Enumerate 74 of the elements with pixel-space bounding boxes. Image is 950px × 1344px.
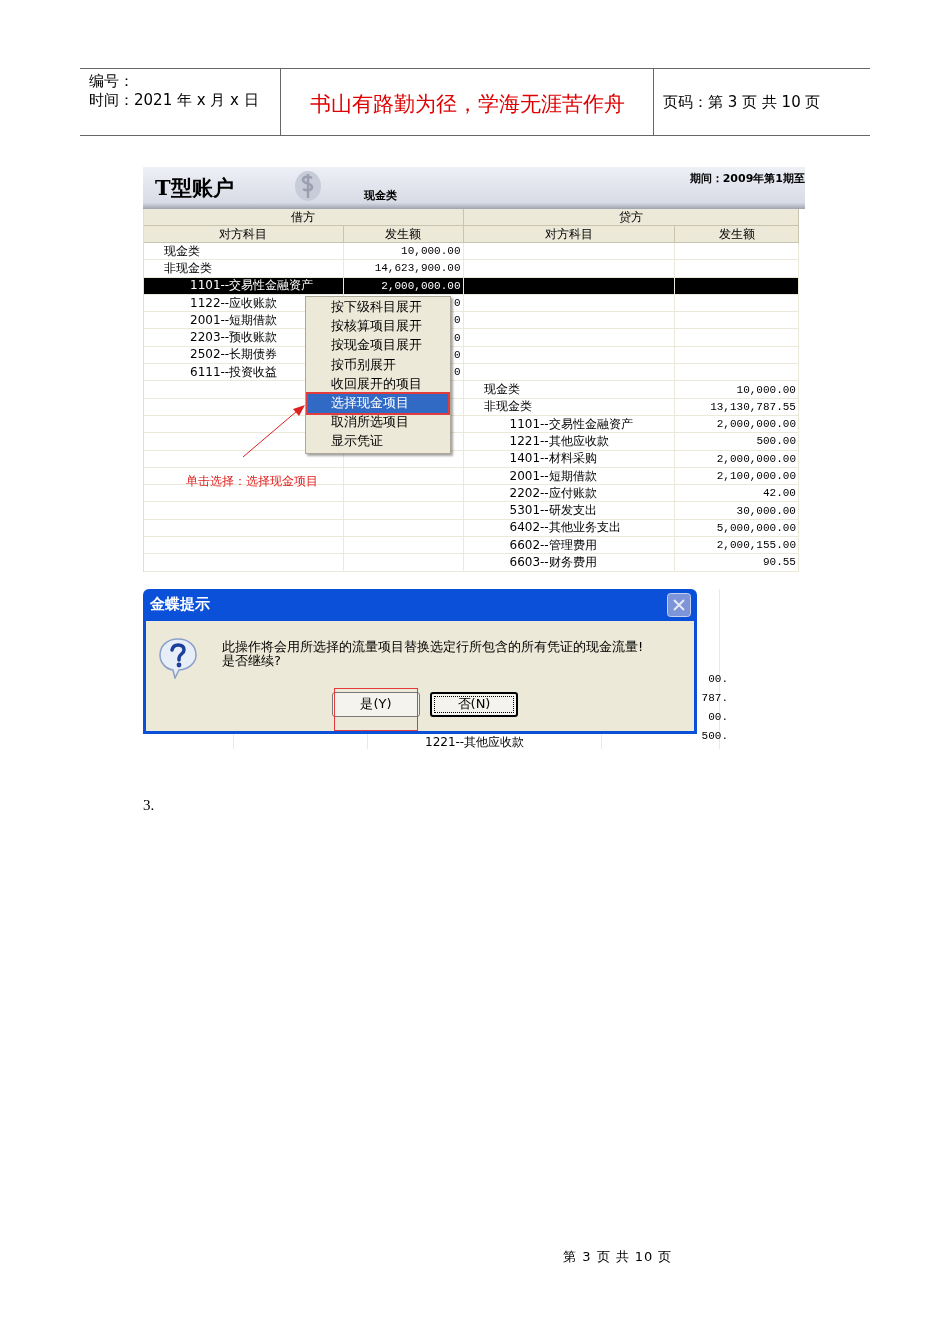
table-cell-text: 30,000.00 xyxy=(736,504,797,517)
close-icon[interactable] xyxy=(667,592,691,617)
document-date: 时间：2021 年 x 月 x 日 xyxy=(89,91,260,110)
table-cell-text: 42.00 xyxy=(762,487,797,500)
table-cell-text: 5301--研发支出 xyxy=(508,502,597,520)
table-cell-text: 2502--长期债券 xyxy=(189,346,278,364)
table-cell-text: 1401--材料采购 xyxy=(508,450,597,468)
table-row[interactable]: 6602--管理费用 2,000,155.00 xyxy=(144,537,799,555)
table-cell-text: 2202--应付账款 xyxy=(508,484,597,502)
page-footer: 第 3 页 共 10 页 xyxy=(563,1248,673,1266)
table-cell: 00. xyxy=(708,672,728,685)
table-cell-text: 1101--交易性金融资产 xyxy=(189,277,314,295)
dialog-button[interactable]: 是(Y) xyxy=(332,691,420,717)
menu-item[interactable]: 显示凭证 xyxy=(308,432,448,452)
table-cell-text: 14,623,900.00 xyxy=(374,262,462,275)
table-cell-text: 6603--财务费用 xyxy=(508,554,597,571)
table-cell: 500. xyxy=(701,729,728,742)
table-cell-text: 2001--短期借款 xyxy=(189,311,278,329)
coin-icon xyxy=(293,169,323,203)
menu-item[interactable]: 取消所选项目 xyxy=(308,413,448,433)
table-cell-text: 非现金类 xyxy=(163,259,212,277)
column-header[interactable]: 发生额 xyxy=(675,226,799,243)
report-title: T型账户 xyxy=(155,174,234,202)
table-cell-text: 0 xyxy=(453,366,462,379)
table-cell-text: 2,000,000.00 xyxy=(716,452,797,465)
column-group-header: 借方 xyxy=(144,209,464,226)
question-icon xyxy=(158,636,198,679)
table-cell-text: 现金类 xyxy=(482,381,520,399)
table-cell-text: 2001--短期借款 xyxy=(508,467,597,485)
table-cell-text: 非现金类 xyxy=(482,398,532,416)
table-cell-text: 13,130,787.55 xyxy=(710,400,797,413)
table-cell-text: 10,000.00 xyxy=(401,245,462,258)
table-cell-text: 5,000,000.00 xyxy=(716,521,797,534)
table-cell-text: 0 xyxy=(453,348,462,361)
table-cell-text: 现金类 xyxy=(163,242,200,260)
table-cell-text: 6602--管理费用 xyxy=(508,536,597,554)
table-cell-text: 1101--交易性金融资产 xyxy=(508,415,633,433)
step-number: 3. xyxy=(143,796,155,814)
table-row[interactable]: 5301--研发支出 30,000.00 xyxy=(144,502,799,520)
dialog-title: 金蝶提示 xyxy=(150,595,210,615)
table-cell-text: 500.00 xyxy=(756,435,797,448)
column-header[interactable]: 发生额 xyxy=(343,226,464,243)
page-number-text: 页码：第 3 页 共 10 页 xyxy=(663,92,822,112)
table-row[interactable]: 非现金类 14,623,900.00 xyxy=(144,260,799,278)
table-cell-text: 90.55 xyxy=(762,556,797,569)
period-text: 期间：2009年第1期至 xyxy=(689,171,805,186)
dialog-button[interactable]: 否(N) xyxy=(430,691,518,717)
table-cell-text: 2,000,000.00 xyxy=(381,279,462,292)
table-cell-text: 2,000,000.00 xyxy=(716,418,797,431)
table-cell-text: 1221--其他应收款 xyxy=(508,432,609,450)
table-cell-text: 0 xyxy=(453,331,462,344)
annotation-arrow xyxy=(241,403,307,459)
report-subtitle: 现金类 xyxy=(363,188,397,203)
column-group-header: 贷方 xyxy=(463,209,799,226)
menu-item[interactable]: 选择现金项目 xyxy=(308,393,448,414)
table-cell: 00. xyxy=(708,710,728,723)
document-number-label: 编号： xyxy=(89,72,135,91)
table-cell: 1221--其他应收款 xyxy=(425,733,525,751)
table-row[interactable]: 6603--财务费用 90.55 xyxy=(144,554,799,572)
table-cell-text: 2,100,000.00 xyxy=(716,470,797,482)
table-cell-text: 0 xyxy=(453,297,462,310)
table-cell-text: 2,000,155.00 xyxy=(716,539,797,552)
column-header[interactable]: 对方科目 xyxy=(463,226,676,243)
table-cell: 787. xyxy=(701,691,728,704)
column-header[interactable]: 对方科目 xyxy=(144,226,344,243)
motto-text: 书山有路勤为径，学海无涯苦作舟 xyxy=(308,91,626,118)
table-cell-text: 10,000.00 xyxy=(736,383,797,396)
table-cell-text: 6402--其他业务支出 xyxy=(508,519,621,537)
table-cell-text: 0 xyxy=(453,314,462,327)
table-cell-text: 2203--预收账款 xyxy=(189,329,278,347)
table-cell-text: 1122--应收账款 xyxy=(189,294,278,312)
dialog-message: 此操作将会用所选择的流量项目替换选定行所包含的所有凭证的现金流量! 是否继续? xyxy=(222,637,644,668)
table-row[interactable]: 现金类 10,000.00 xyxy=(144,243,799,261)
table-cell-text: 6111--投资收益 xyxy=(189,363,278,381)
